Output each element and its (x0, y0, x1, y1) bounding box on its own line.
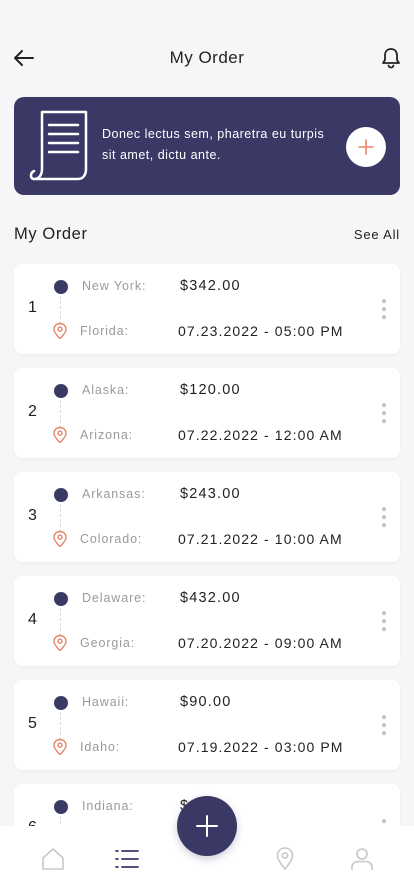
origin-label: New York: (82, 279, 147, 293)
origin-label: Delaware: (82, 591, 147, 605)
order-number: 2 (28, 403, 37, 420)
origin-label: Arkansas: (82, 487, 146, 501)
order-price: $342.00 (180, 278, 241, 294)
order-datetime: 07.21.2022 - 10:00 AM (178, 531, 343, 547)
route-line (60, 400, 61, 428)
destination-label: Florida: (80, 324, 129, 338)
location-icon (276, 847, 294, 871)
order-card[interactable]: 5 Hawaii: Idaho: $90.00 07.19.2022 - 03:… (14, 680, 400, 770)
notification-button[interactable] (380, 46, 402, 70)
order-datetime: 07.23.2022 - 05:00 PM (178, 323, 344, 339)
destination-label: Georgia: (80, 636, 136, 650)
promo-banner: Donec lectus sem, pharetra eu turpis sit… (14, 97, 400, 195)
plus-icon (358, 139, 374, 155)
route-line (60, 296, 61, 324)
route-line (60, 504, 61, 532)
see-all-link[interactable]: See All (354, 227, 400, 242)
order-price: $243.00 (180, 486, 241, 502)
order-price: $432.00 (180, 590, 241, 606)
order-number: 3 (28, 507, 37, 524)
section-title: My Order (14, 225, 88, 243)
more-options-button[interactable] (378, 504, 390, 530)
plus-icon (196, 815, 218, 837)
more-options-button[interactable] (378, 400, 390, 426)
destination-label: Colorado: (80, 532, 143, 546)
order-card[interactable]: 2 Alaska: Arizona: $120.00 07.22.2022 - … (14, 368, 400, 458)
page-title: My Order (169, 48, 245, 67)
order-datetime: 07.22.2022 - 12:00 AM (178, 427, 343, 443)
user-icon (351, 848, 373, 870)
header: My Order (0, 0, 414, 100)
order-datetime: 07.20.2022 - 09:00 AM (178, 635, 343, 651)
banner-text: Donec lectus sem, pharetra eu turpis sit… (102, 127, 325, 162)
nav-location[interactable] (272, 846, 298, 872)
order-price: $90.00 (180, 694, 232, 710)
origin-dot-icon (54, 592, 68, 606)
origin-dot-icon (54, 488, 68, 502)
list-icon (115, 850, 139, 868)
nav-home[interactable] (40, 846, 66, 872)
route-line (60, 608, 61, 636)
order-datetime: 07.19.2022 - 03:00 PM (178, 739, 344, 755)
order-number: 4 (28, 611, 37, 628)
order-card[interactable]: 1 New York: Florida: $342.00 07.23.2022 … (14, 264, 400, 354)
home-icon (42, 848, 64, 870)
order-number: 5 (28, 715, 37, 732)
location-pin-icon (53, 426, 67, 444)
order-card[interactable]: 3 Arkansas: Colorado: $243.00 07.21.2022… (14, 472, 400, 562)
add-order-button[interactable] (177, 796, 237, 856)
order-price: $120.00 (180, 382, 241, 398)
origin-label: Alaska: (82, 383, 130, 397)
origin-label: Indiana: (82, 799, 134, 813)
origin-dot-icon (54, 800, 68, 814)
order-card[interactable]: 4 Delaware: Georgia: $432.00 07.20.2022 … (14, 576, 400, 666)
banner-add-button[interactable] (346, 127, 386, 167)
destination-label: Idaho: (80, 740, 121, 754)
destination-label: Arizona: (80, 428, 134, 442)
route-line (60, 712, 61, 740)
location-pin-icon (53, 530, 67, 548)
origin-dot-icon (54, 280, 68, 294)
origin-label: Hawaii: (82, 695, 130, 709)
location-pin-icon (53, 322, 67, 340)
more-options-button[interactable] (378, 608, 390, 634)
location-pin-icon (53, 738, 67, 756)
more-options-button[interactable] (378, 712, 390, 738)
location-pin-icon (53, 634, 67, 652)
origin-dot-icon (54, 696, 68, 710)
nav-profile[interactable] (349, 846, 375, 872)
bell-icon (382, 48, 400, 69)
order-number: 1 (28, 299, 37, 316)
origin-dot-icon (54, 384, 68, 398)
document-icon (29, 110, 88, 181)
more-options-button[interactable] (378, 296, 390, 322)
nav-orders[interactable] (114, 846, 140, 872)
